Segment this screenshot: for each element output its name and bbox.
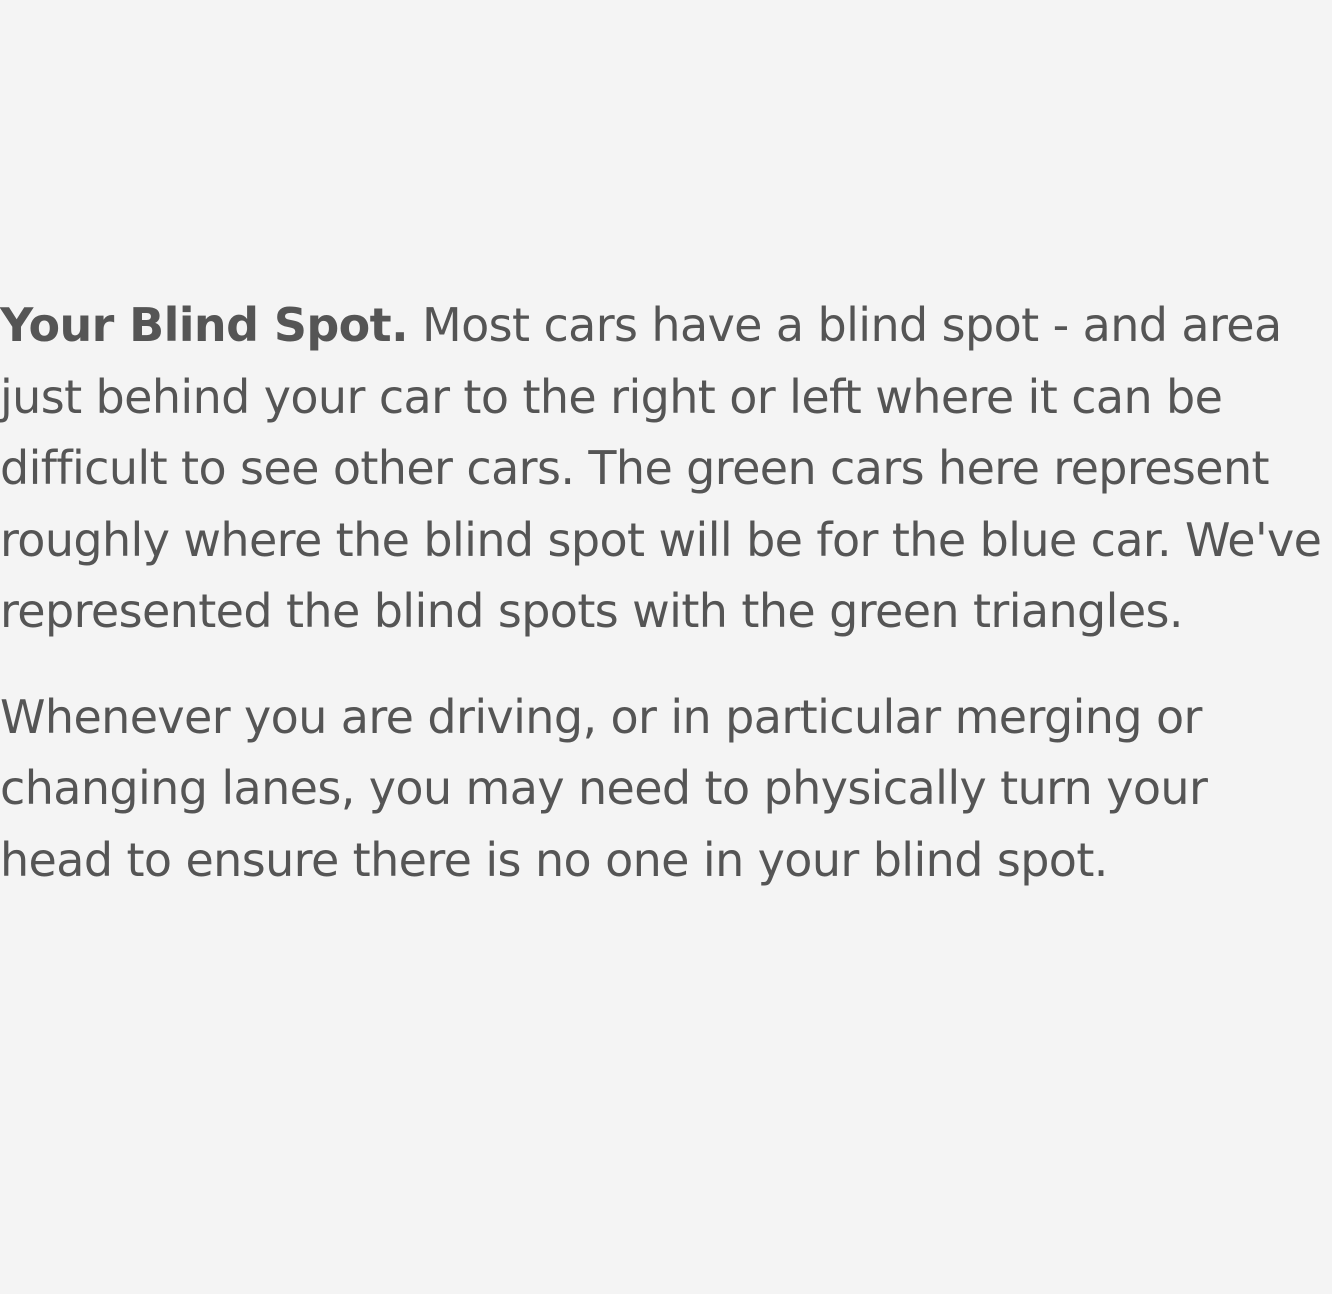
- head-turn-paragraph: Whenever you are driving, or in particul…: [0, 689, 1208, 887]
- blind-spot-heading: Your Blind Spot.: [0, 298, 409, 352]
- article-body: Your Blind Spot. Most cars have a blind …: [0, 290, 1332, 930]
- blind-spot-paragraph: Your Blind Spot. Most cars have a blind …: [0, 290, 1332, 648]
